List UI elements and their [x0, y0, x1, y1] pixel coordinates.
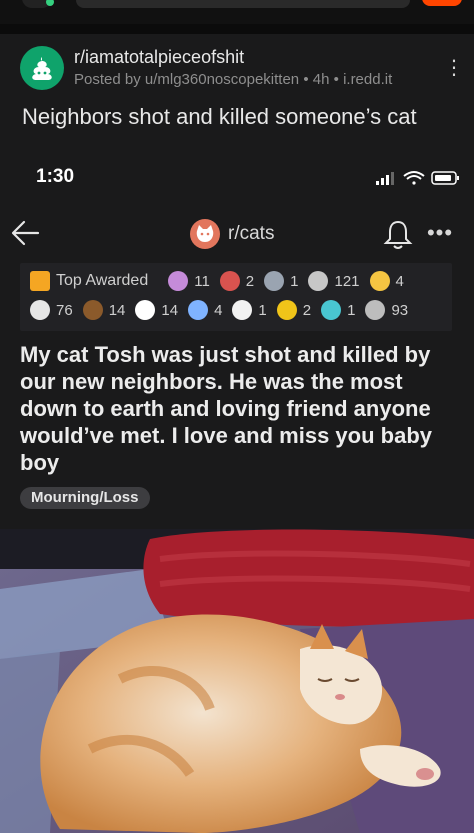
award-count: 14 — [108, 301, 126, 319]
award-count: 76 — [56, 301, 73, 319]
award-item[interactable]: 121 — [308, 271, 360, 291]
award-item[interactable]: 1 — [264, 271, 298, 291]
platinum-icon — [321, 300, 342, 320]
award-count: 2 — [302, 301, 312, 319]
award-item[interactable]: 14 — [135, 300, 178, 320]
more-horizontal-icon[interactable]: ••• — [424, 222, 456, 246]
poop-icon — [82, 300, 103, 320]
signal-icon — [376, 172, 394, 185]
podium-icon — [30, 271, 50, 291]
subreddit-avatar[interactable] — [20, 46, 64, 90]
award-item[interactable]: 4 — [369, 271, 404, 291]
award-count: 1 — [290, 272, 299, 290]
premium-button-edge[interactable] — [422, 0, 462, 6]
awards-panel[interactable]: Top Awarded 11 2 1 121 4 76 14 14 4 1 2 … — [20, 263, 452, 331]
ally-icon — [188, 300, 209, 320]
award-item[interactable]: 76 — [30, 300, 73, 320]
divider — [0, 24, 474, 34]
bell-icon[interactable] — [382, 218, 414, 252]
award-item[interactable]: 1 — [232, 300, 267, 320]
status-time: 1:30 — [36, 166, 75, 187]
clap-icon — [276, 300, 297, 320]
award-count: 93 — [391, 301, 409, 319]
top-awarded: Top Awarded — [30, 271, 158, 291]
wholesome-icon — [264, 271, 285, 291]
award-count: 2 — [245, 272, 255, 290]
handshake-icon — [365, 300, 386, 320]
award-count: 4 — [395, 272, 404, 290]
top-awarded-label: Top Awarded — [56, 272, 149, 289]
helpful-icon — [135, 300, 156, 320]
online-dot — [46, 0, 54, 6]
embedded-subreddit[interactable]: r/cats — [190, 219, 274, 249]
lol-icon — [232, 300, 253, 320]
top-strip — [0, 0, 474, 24]
award-item[interactable]: 14 — [82, 300, 126, 320]
meta-separator: • — [303, 71, 309, 88]
cat-icon — [190, 219, 220, 249]
embedded-subreddit-name[interactable]: r/cats — [228, 223, 274, 245]
awards-row: 76 14 14 4 1 2 1 93 — [30, 300, 418, 320]
embedded-post-title[interactable]: My cat Tosh was just shot and killed by … — [20, 341, 460, 476]
wifi-icon — [403, 171, 425, 185]
awards-row: Top Awarded 11 2 1 121 4 — [30, 271, 414, 291]
award-count: 14 — [161, 301, 179, 319]
award-item[interactable]: 11 — [168, 271, 210, 291]
award-count: 1 — [347, 301, 356, 319]
heart-eyes-icon — [219, 271, 240, 291]
award-item[interactable]: 4 — [188, 300, 222, 320]
award-item[interactable]: 93 — [365, 300, 408, 320]
post-domain[interactable]: i.redd.it — [343, 71, 392, 88]
award-count: 11 — [194, 272, 210, 290]
award-count: 121 — [334, 272, 360, 290]
status-icons — [376, 171, 459, 185]
award-item[interactable]: 1 — [321, 300, 355, 320]
award-count: 4 — [214, 301, 223, 319]
back-arrow-icon[interactable] — [8, 216, 42, 250]
post-title[interactable]: Neighbors shot and killed someone’s cat — [22, 104, 462, 130]
silver-icon — [308, 271, 329, 291]
post-flair[interactable]: Mourning/Loss — [20, 487, 150, 509]
poop-icon — [32, 57, 52, 80]
award-item[interactable]: 2 — [276, 300, 312, 320]
award-item[interactable]: 2 — [219, 271, 255, 291]
award-count: 1 — [258, 301, 267, 319]
post-age: 4h — [312, 71, 330, 88]
hug-icon — [30, 300, 50, 320]
search-bar-edge[interactable] — [76, 0, 410, 8]
subreddit-name[interactable]: r/iamatotalpieceofshit — [74, 47, 244, 68]
cat-photo[interactable] — [0, 529, 474, 833]
more-options-icon[interactable]: ⋮ — [444, 57, 464, 79]
battery-icon — [431, 171, 459, 185]
gold-icon — [369, 271, 390, 291]
cheers-icon — [168, 271, 189, 291]
post-meta: Posted by u/mlg360noscopekitten • 4h • i… — [74, 71, 392, 88]
meta-separator: • — [333, 71, 339, 88]
posted-by[interactable]: Posted by u/mlg360noscopekitten — [74, 71, 299, 88]
